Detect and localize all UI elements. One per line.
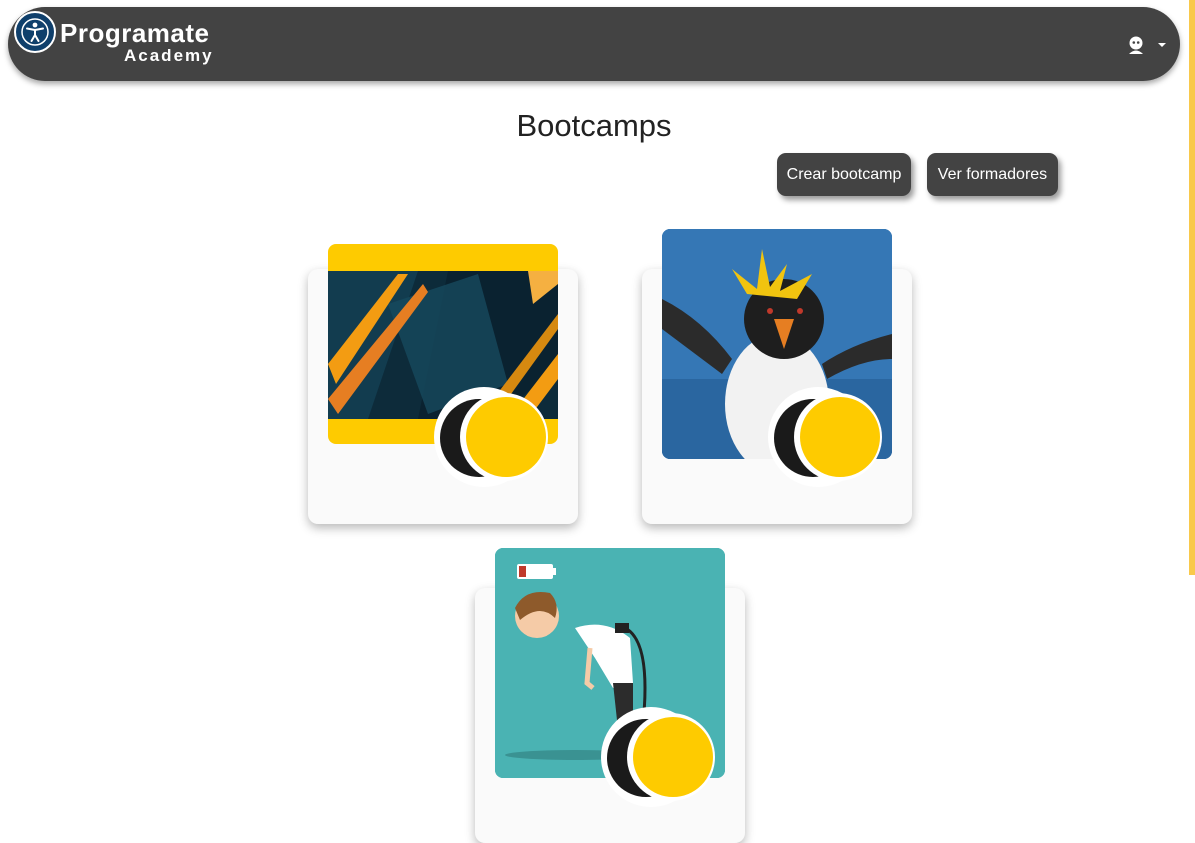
top-navbar: Programate Academy — [8, 7, 1180, 81]
brand-name: Programate — [60, 18, 210, 48]
user-menu[interactable] — [1126, 35, 1166, 57]
brand-subtitle: Academy — [124, 46, 214, 65]
coin-icon — [601, 707, 715, 807]
view-trainers-button[interactable]: Ver formadores — [927, 153, 1058, 196]
brand-logo[interactable]: Programate Academy — [60, 19, 214, 65]
create-bootcamp-button[interactable]: Crear bootcamp — [777, 153, 911, 196]
user-icon — [1129, 36, 1143, 54]
chevron-down-icon — [1158, 43, 1166, 47]
coin-icon — [434, 387, 548, 487]
page-title: Bootcamps — [516, 108, 672, 143]
scrollbar-accent — [1189, 0, 1195, 575]
coin-icon — [768, 387, 882, 487]
accessibility-icon[interactable] — [14, 11, 56, 53]
